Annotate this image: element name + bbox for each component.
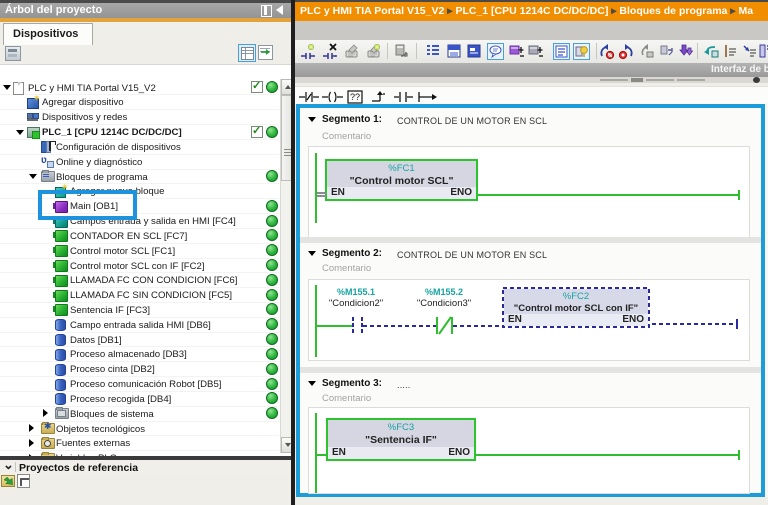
svg-text:??: ?? — [350, 92, 360, 102]
